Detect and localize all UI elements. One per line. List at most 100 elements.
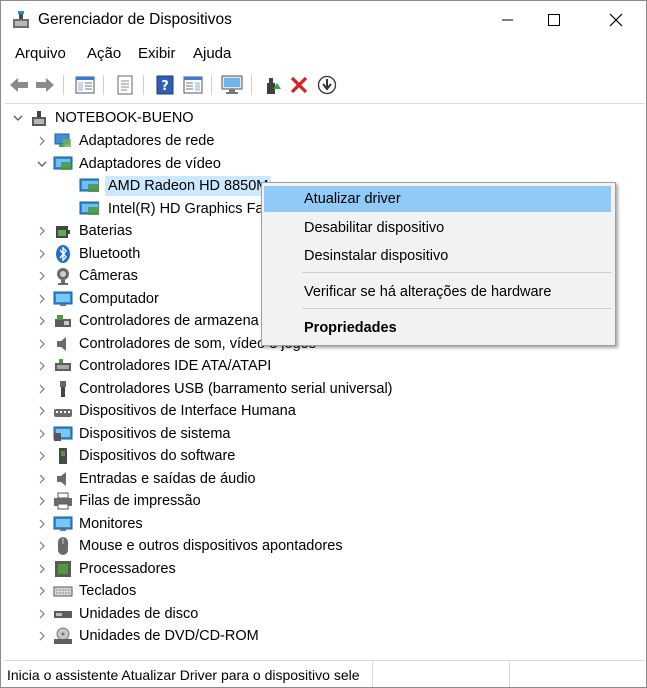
chevron-right-icon[interactable] <box>35 535 49 557</box>
tree-category[interactable]: Câmeras <box>35 265 138 287</box>
chevron-right-icon[interactable] <box>35 400 49 422</box>
tree-category[interactable]: Bluetooth <box>35 243 140 265</box>
computer-icon <box>53 289 73 309</box>
chevron-right-icon[interactable] <box>35 333 49 355</box>
status-text: Inicia o assistente Atualizar Driver par… <box>7 667 360 683</box>
tree-category[interactable]: Dispositivos de sistema <box>35 423 231 445</box>
tree-category[interactable]: Entradas e saídas de áudio <box>35 468 256 490</box>
chevron-down-icon[interactable] <box>11 107 25 129</box>
chevron-right-icon[interactable] <box>35 130 49 152</box>
uninstall-button[interactable] <box>287 73 311 97</box>
toolbar-separator <box>103 75 104 95</box>
chevron-right-icon[interactable] <box>35 513 49 535</box>
menu-item-scan-hardware[interactable]: Verificar se há alterações de hardware <box>264 279 611 305</box>
disable-device-button[interactable] <box>315 73 339 97</box>
selected-device-label: AMD Radeon HD 8850M <box>105 176 272 196</box>
chevron-right-icon[interactable] <box>35 288 49 310</box>
tree-category[interactable]: Baterias <box>35 220 132 242</box>
chevron-right-icon[interactable] <box>35 378 49 400</box>
network-adapter-icon <box>53 131 73 151</box>
tree-category[interactable]: Filas de impressão <box>35 490 201 512</box>
chevron-right-icon[interactable] <box>35 603 49 625</box>
maximize-icon <box>548 14 560 26</box>
tree-root[interactable]: NOTEBOOK-BUENO <box>11 107 194 129</box>
tree-category[interactable]: Unidades de disco <box>35 603 198 625</box>
audio-io-icon <box>53 469 73 489</box>
status-divider <box>509 661 510 687</box>
tree-category[interactable]: Computador <box>35 288 159 310</box>
tree-category[interactable]: Monitores <box>35 513 143 535</box>
menu-arquivo[interactable]: Arquivo <box>15 45 66 62</box>
show-hide-console-tree-icon <box>75 76 95 94</box>
chevron-right-icon[interactable] <box>35 558 49 580</box>
close-button[interactable] <box>593 1 639 39</box>
tree-category[interactable]: Controladores USB (barramento serial uni… <box>35 378 393 400</box>
chevron-right-icon[interactable] <box>35 625 49 647</box>
ide-controller-icon <box>53 356 73 376</box>
menu-exibir[interactable]: Exibir <box>138 45 176 62</box>
chevron-right-icon[interactable] <box>35 468 49 490</box>
uninstall-x-icon <box>290 76 308 94</box>
display-adapter-icon <box>53 154 73 174</box>
tree-category[interactable]: Dispositivos de Interface Humana <box>35 400 296 422</box>
tree-device-intel[interactable]: Intel(R) HD Graphics Far <box>61 198 271 220</box>
chevron-right-icon[interactable] <box>35 265 49 287</box>
help-button[interactable]: ? <box>153 73 177 97</box>
tree-category[interactable]: Adaptadores de rede <box>35 130 214 152</box>
dvd-drive-icon <box>53 626 73 646</box>
camera-icon <box>53 266 73 286</box>
toolbar-separator <box>143 75 144 95</box>
menu-separator <box>302 308 611 309</box>
device-manager-window: Gerenciador de Dispositivos Arquivo Ação… <box>0 0 647 688</box>
chevron-right-icon[interactable] <box>35 490 49 512</box>
tree-category[interactable]: Processadores <box>35 558 176 580</box>
menu-item-uninstall-device[interactable]: Desinstalar dispositivo <box>264 243 611 269</box>
menu-separator <box>302 272 611 273</box>
chevron-right-icon[interactable] <box>35 445 49 467</box>
tree-category-video[interactable]: Adaptadores de vídeo <box>35 153 221 175</box>
back-button[interactable] <box>7 73 31 97</box>
chevron-down-icon[interactable] <box>35 153 49 175</box>
menu-item-update-driver[interactable]: Atualizar driver <box>264 186 611 212</box>
properties-button[interactable] <box>113 73 137 97</box>
menu-item-properties[interactable]: Propriedades <box>264 315 611 341</box>
chevron-right-icon[interactable] <box>35 423 49 445</box>
chevron-right-icon[interactable] <box>35 310 49 332</box>
toolbar-separator <box>211 75 212 95</box>
tree-category[interactable]: Controladores de armazena <box>35 310 259 332</box>
chevron-right-icon[interactable] <box>35 220 49 242</box>
chevron-right-icon[interactable] <box>35 580 49 602</box>
minimize-button[interactable] <box>485 1 531 39</box>
display-adapter-icon <box>79 176 99 196</box>
menu-item-disable-device[interactable]: Desabilitar dispositivo <box>264 215 611 241</box>
chevron-right-icon[interactable] <box>35 243 49 265</box>
context-menu: Atualizar driver Desabilitar dispositivo… <box>261 182 616 346</box>
forward-arrow-icon <box>36 78 54 92</box>
show-hide-tree-button[interactable] <box>73 73 97 97</box>
menu-ajuda[interactable]: Ajuda <box>193 45 231 62</box>
speaker-icon <box>53 334 73 354</box>
disk-drive-icon <box>53 604 73 624</box>
tree-device-amd[interactable]: AMD Radeon HD 8850M <box>61 175 272 197</box>
forward-button[interactable] <box>33 73 57 97</box>
processor-icon <box>53 559 73 579</box>
properties-icon <box>117 75 133 95</box>
device-manager-icon <box>13 11 29 28</box>
tree-category[interactable]: Mouse e outros dispositivos apontadores <box>35 535 343 557</box>
scan-hardware-button[interactable] <box>220 73 244 97</box>
monitor-scan-icon <box>221 75 243 94</box>
tree-category[interactable]: Dispositivos do software <box>35 445 235 467</box>
action-pane-icon <box>183 76 203 94</box>
tree-category[interactable]: Unidades de DVD/CD-ROM <box>35 625 259 647</box>
update-driver-icon <box>267 78 281 94</box>
mouse-icon <box>53 536 73 556</box>
system-devices-icon <box>53 424 73 444</box>
menu-acao[interactable]: Ação <box>87 45 121 62</box>
update-driver-button[interactable] <box>260 73 284 97</box>
back-arrow-icon <box>10 78 28 92</box>
tree-category[interactable]: Controladores IDE ATA/ATAPI <box>35 355 271 377</box>
maximize-button[interactable] <box>531 1 577 39</box>
action-pane-button[interactable] <box>181 73 205 97</box>
tree-category[interactable]: Teclados <box>35 580 136 602</box>
chevron-right-icon[interactable] <box>35 355 49 377</box>
